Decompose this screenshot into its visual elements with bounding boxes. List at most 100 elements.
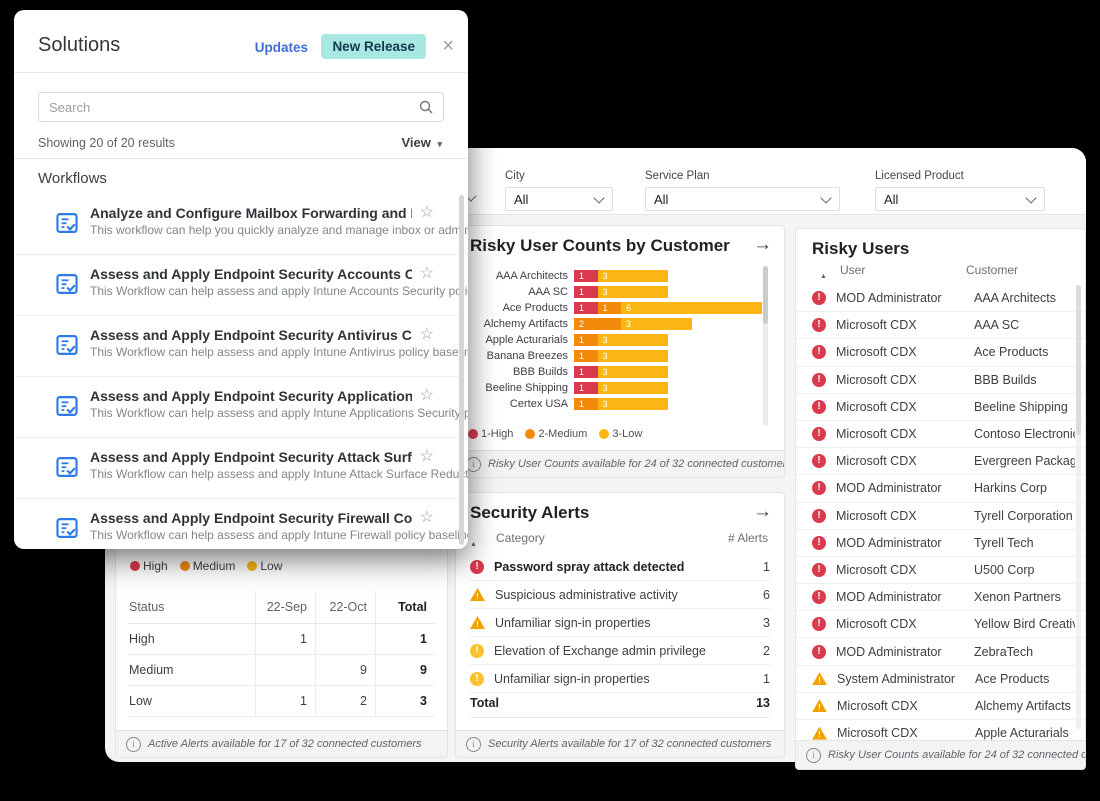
star-icon[interactable]: ☆ bbox=[420, 510, 434, 526]
user-cell: Microsoft CDX bbox=[836, 373, 964, 387]
panel-title: Solutions bbox=[38, 34, 120, 57]
chart-row: BBB Builds13 bbox=[464, 364, 766, 380]
table-row: Microsoft CDX AAA SC bbox=[796, 312, 1085, 339]
stacked-bar: 116 bbox=[574, 302, 762, 314]
workflow-item[interactable]: Assess and Apply Endpoint Security Firew… bbox=[14, 499, 460, 549]
search-input[interactable] bbox=[38, 92, 444, 122]
bar-segment-3-low: 3 bbox=[598, 398, 669, 410]
star-icon[interactable]: ☆ bbox=[420, 327, 434, 343]
total-cell: 1 bbox=[376, 624, 436, 655]
chart-row: Apple Acturarials13 bbox=[464, 332, 766, 348]
licensed-product-select[interactable]: All bbox=[875, 187, 1045, 211]
customer-cell: Tyrell Tech bbox=[974, 536, 1075, 550]
stacked-bar: 13 bbox=[574, 334, 668, 346]
active-alerts-footer: Active Alerts available for 17 of 32 con… bbox=[116, 730, 447, 757]
updates-link[interactable]: Updates bbox=[255, 40, 308, 55]
severity-icon bbox=[470, 616, 485, 629]
legend-item: Low bbox=[247, 559, 282, 573]
alert-count: 1 bbox=[763, 672, 770, 686]
risky-scrollbar-thumb[interactable] bbox=[1076, 285, 1081, 435]
table-row: Microsoft CDX Yellow Bird Creative bbox=[796, 611, 1085, 638]
workflow-description: This workflow can help you quickly analy… bbox=[90, 223, 468, 237]
customer-cell: Beeline Shipping bbox=[974, 400, 1075, 414]
chart-row: Certex USA13 bbox=[464, 396, 766, 412]
workflow-item[interactable]: Assess and Apply Endpoint Security Attac… bbox=[14, 438, 460, 499]
chart-category-label: AAA SC bbox=[464, 286, 574, 298]
user-cell: MOD Administrator bbox=[836, 481, 964, 495]
customer-cell: Xenon Partners bbox=[974, 590, 1075, 604]
table-header-row: Status 22-Sep 22-Oct Total bbox=[128, 591, 435, 624]
workflow-item[interactable]: Assess and Apply Endpoint Security Accou… bbox=[14, 255, 460, 316]
customer-cell: AAA Architects bbox=[974, 291, 1075, 305]
severity-icon bbox=[812, 400, 826, 414]
table-row: MOD Administrator Xenon Partners bbox=[796, 584, 1085, 611]
chart-scrollbar-track[interactable] bbox=[763, 266, 768, 426]
chart-category-label: Alchemy Artifacts bbox=[464, 318, 574, 330]
sep-cell: 1 bbox=[256, 686, 316, 717]
alert-category: Password spray attack detected bbox=[494, 560, 753, 574]
chart-row: AAA Architects13 bbox=[464, 268, 766, 284]
info-icon bbox=[806, 748, 821, 763]
col-alert-count[interactable]: # Alerts bbox=[728, 531, 768, 545]
customer-cell: Evergreen Packaging bbox=[974, 454, 1075, 468]
open-arrow-icon[interactable]: → bbox=[753, 234, 772, 256]
legend-dot bbox=[468, 429, 478, 439]
city-select[interactable]: All bbox=[505, 187, 613, 211]
oct-cell: 9 bbox=[316, 655, 376, 686]
view-dropdown[interactable]: View ▾ bbox=[401, 135, 442, 150]
filter-label: Service Plan bbox=[645, 170, 840, 182]
risky-chart-card: Risky User Counts by Customer → AAA Arch… bbox=[455, 225, 785, 478]
workflow-item[interactable]: Analyze and Configure Mailbox Forwarding… bbox=[14, 194, 460, 255]
risky-scrollbar-track[interactable] bbox=[1076, 285, 1081, 729]
table-row: Low 1 2 3 bbox=[128, 686, 435, 717]
legend-item: High bbox=[130, 559, 168, 573]
risky-users-footer: Risky User Counts available for 24 of 32… bbox=[796, 740, 1085, 769]
solutions-scrollbar-thumb[interactable] bbox=[459, 195, 464, 545]
active-alerts-legend: High Medium Low bbox=[130, 559, 282, 573]
workflow-text: Analyze and Configure Mailbox Forwarding… bbox=[90, 205, 434, 239]
sort-asc-icon[interactable]: ▲ bbox=[470, 541, 477, 548]
bar-segment-3-low: 3 bbox=[598, 350, 669, 362]
col-category[interactable]: Category bbox=[496, 531, 545, 545]
severity-icon bbox=[812, 590, 826, 604]
workflow-title: Assess and Apply Endpoint Security Firew… bbox=[90, 510, 412, 526]
severity-icon bbox=[470, 672, 484, 686]
col-user[interactable]: User bbox=[840, 263, 865, 277]
table-row: High 1 1 bbox=[128, 624, 435, 655]
close-icon[interactable]: × bbox=[442, 36, 454, 56]
table-row: Microsoft CDX Evergreen Packaging bbox=[796, 448, 1085, 475]
chart-category-label: Apple Acturarials bbox=[464, 334, 574, 346]
open-arrow-icon[interactable]: → bbox=[753, 501, 772, 523]
chart-scrollbar-thumb[interactable] bbox=[763, 266, 768, 324]
table-row: MOD Administrator ZebraTech bbox=[796, 638, 1085, 665]
workflow-description: This Workflow can help assess and apply … bbox=[90, 406, 468, 420]
workflow-item[interactable]: Assess and Apply Endpoint Security Antiv… bbox=[14, 316, 460, 377]
customer-cell: Harkins Corp bbox=[974, 481, 1075, 495]
star-icon[interactable]: ☆ bbox=[420, 205, 434, 221]
risky-users-rows: MOD Administrator AAA Architects Microso… bbox=[796, 285, 1085, 747]
alerts-total-row: Total 13 bbox=[470, 689, 770, 718]
risky-users-title: Risky Users bbox=[812, 239, 909, 259]
chart-title: Risky User Counts by Customer bbox=[470, 236, 730, 256]
stacked-bar: 13 bbox=[574, 270, 668, 282]
severity-icon bbox=[812, 672, 827, 685]
star-icon[interactable]: ☆ bbox=[420, 266, 434, 282]
total-cell: 9 bbox=[376, 655, 436, 686]
service-plan-select[interactable]: All bbox=[645, 187, 840, 211]
security-alerts-rows: Password spray attack detected 1 Suspici… bbox=[470, 553, 770, 693]
star-icon[interactable]: ☆ bbox=[420, 449, 434, 465]
star-icon[interactable]: ☆ bbox=[420, 388, 434, 404]
info-icon bbox=[466, 457, 481, 472]
sort-asc-icon[interactable]: ▲ bbox=[820, 273, 827, 280]
workflow-description: This Workflow can help assess and apply … bbox=[90, 467, 468, 481]
legend-label: High bbox=[143, 559, 168, 573]
customer-cell: Yellow Bird Creative bbox=[974, 617, 1075, 631]
workflow-doc-check-icon bbox=[54, 210, 80, 241]
workflow-title: Assess and Apply Endpoint Security Appli… bbox=[90, 388, 412, 404]
status-cell: High bbox=[128, 624, 256, 655]
workflow-item[interactable]: Assess and Apply Endpoint Security Appli… bbox=[14, 377, 460, 438]
legend-item: Medium bbox=[180, 559, 236, 573]
info-icon bbox=[466, 737, 481, 752]
col-customer[interactable]: Customer bbox=[966, 263, 1018, 277]
oct-cell bbox=[316, 624, 376, 655]
